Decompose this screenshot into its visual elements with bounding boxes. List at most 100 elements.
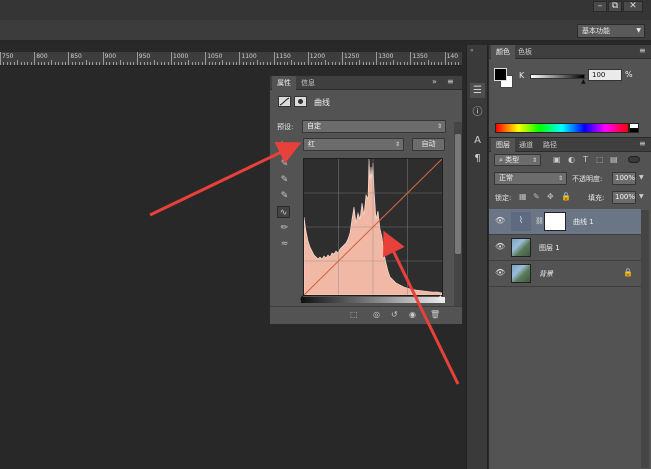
view-previous-icon[interactable]: ◎ xyxy=(373,310,380,319)
k-value-input[interactable]: 100 xyxy=(588,69,622,81)
eye-icon[interactable]: 👁 xyxy=(495,243,505,251)
tab-info[interactable]: 信息 xyxy=(296,76,320,90)
pencil-draw-icon[interactable]: ✏ xyxy=(278,222,291,234)
ruler-label: 1250 xyxy=(344,53,360,60)
mask-icon[interactable] xyxy=(294,96,307,107)
ruler-tick xyxy=(239,52,241,65)
opacity-input[interactable]: 100% xyxy=(612,172,636,185)
lock-icon: 🔒 xyxy=(623,268,633,277)
panel-menu-icon[interactable]: ≡ xyxy=(447,77,454,86)
filter-pixel-icon[interactable]: ▣ xyxy=(553,155,561,164)
ruler-tick xyxy=(318,62,320,65)
visibility-icon[interactable]: ◉ xyxy=(409,310,416,319)
info-dock-icon[interactable]: ⓘ xyxy=(470,105,485,120)
filter-shape-icon[interactable]: ⬚ xyxy=(596,155,604,164)
eyedropper-gray-icon[interactable]: ✎ xyxy=(278,174,291,186)
dock-collapse-icon[interactable]: « xyxy=(470,47,474,54)
filter-smart-object-icon[interactable]: ▤ xyxy=(610,155,618,164)
ruler-tick xyxy=(34,52,36,65)
ruler-tick xyxy=(82,62,84,65)
layer-row-layer1[interactable]: 👁 图层 1 xyxy=(489,235,641,261)
filter-toggle[interactable] xyxy=(628,156,640,163)
layer-row-background[interactable]: 👁 背景 🔒 xyxy=(489,261,641,287)
tab-layers[interactable]: 图层 xyxy=(491,138,515,152)
on-image-adjust-icon[interactable]: ☝ xyxy=(278,140,283,150)
ruler-label: 1100 xyxy=(241,53,257,60)
opacity-chevron-icon[interactable]: ▼ xyxy=(639,174,644,181)
layer-filter-dropdown[interactable]: ⌕ 类型 ⇕ xyxy=(494,154,541,166)
foreground-color-swatch[interactable] xyxy=(494,68,507,81)
properties-scrollbar[interactable] xyxy=(454,122,462,312)
ruler-tick xyxy=(174,62,176,65)
options-bar xyxy=(0,20,651,41)
workspace-label: 基本功能 xyxy=(582,27,610,35)
channel-value: 红 xyxy=(308,140,315,148)
blend-mode-dropdown[interactable]: 正常 ⇕ xyxy=(494,172,567,185)
clip-to-layer-icon[interactable]: ⬚ xyxy=(350,310,358,319)
eye-icon[interactable]: 👁 xyxy=(495,269,505,277)
paragraph-dock-icon[interactable]: ¶ xyxy=(470,151,485,166)
tab-color[interactable]: 颜色 xyxy=(491,45,515,59)
fill-input[interactable]: 100% xyxy=(612,191,636,204)
panel-menu-icon[interactable]: ≡ xyxy=(639,46,646,55)
fill-chevron-icon[interactable]: ▼ xyxy=(639,193,644,200)
restore-icon[interactable]: ⧉ xyxy=(608,1,622,12)
workspace-switcher[interactable]: 基本功能 ▼ xyxy=(577,24,645,38)
k-slider-handle[interactable]: ▲ xyxy=(581,78,586,85)
ruler-tick xyxy=(235,62,237,65)
ruler-tick xyxy=(297,62,299,65)
ruler-tick xyxy=(0,52,1,65)
properties-dock-icon[interactable]: ☰ xyxy=(470,83,485,98)
curves-graph[interactable] xyxy=(303,158,443,296)
ruler-tick xyxy=(386,62,388,65)
ruler-tick xyxy=(23,62,25,65)
ruler-tick xyxy=(109,62,111,65)
channel-dropdown[interactable]: 红 ⇕ xyxy=(303,138,404,151)
ruler-tick xyxy=(41,62,43,65)
black-white-ramp[interactable] xyxy=(629,123,639,133)
ruler-tick xyxy=(140,62,142,65)
search-icon: ⌕ xyxy=(499,156,503,164)
layer-name: 曲线 1 xyxy=(573,218,594,226)
layer-mask-thumbnail[interactable] xyxy=(544,212,566,231)
ruler-tick xyxy=(420,62,422,65)
smooth-curve-icon[interactable]: ≈ xyxy=(278,238,291,250)
lock-transparent-icon[interactable]: ▦ xyxy=(519,192,527,201)
tab-paths[interactable]: 路径 xyxy=(538,138,562,152)
eyedropper-black-icon[interactable]: ✎ xyxy=(278,158,291,170)
color-spectrum[interactable] xyxy=(495,123,629,133)
trash-icon[interactable]: 🗑 xyxy=(430,310,440,319)
ruler-tick xyxy=(47,62,49,65)
eye-icon[interactable]: 👁 xyxy=(495,217,505,225)
white-point-slider[interactable]: ▲ xyxy=(438,294,443,301)
ruler-tick xyxy=(198,62,200,65)
curve-edit-icon[interactable]: ∿ xyxy=(277,206,290,218)
ruler-tick xyxy=(242,62,244,65)
black-point-slider[interactable]: ▲ xyxy=(300,294,305,301)
tab-channels[interactable]: 通道 xyxy=(514,138,538,152)
k-channel-slider[interactable] xyxy=(530,74,585,79)
tab-properties[interactable]: 属性 xyxy=(272,76,296,90)
collapse-icon[interactable]: » xyxy=(432,77,437,86)
filter-adjustment-icon[interactable]: ◐ xyxy=(568,155,575,164)
preset-dropdown[interactable]: 自定 ⇕ xyxy=(302,120,446,133)
ruler-tick xyxy=(184,62,186,65)
character-dock-icon[interactable]: A xyxy=(470,133,485,148)
panel-menu-icon[interactable]: ≡ xyxy=(639,139,646,148)
close-icon[interactable]: ✕ xyxy=(623,1,643,12)
ruler-tick xyxy=(208,62,210,65)
chain-link-icon[interactable]: ⛓ xyxy=(535,217,544,225)
layer-row-curves[interactable]: 👁 ⌇ ⛓ 曲线 1 xyxy=(489,209,641,235)
minimize-icon[interactable]: – xyxy=(593,1,607,12)
lock-position-icon[interactable]: ✥ xyxy=(547,192,554,201)
panel-title: 曲线 xyxy=(314,98,330,107)
layers-scrollbar[interactable] xyxy=(641,210,649,468)
tab-swatches[interactable]: 色板 xyxy=(513,45,537,59)
filter-type-icon[interactable]: T xyxy=(583,155,588,164)
lock-image-icon[interactable]: ✎ xyxy=(533,192,540,201)
eyedropper-white-icon[interactable]: ✎ xyxy=(278,190,291,202)
reset-icon[interactable]: ↺ xyxy=(391,310,398,319)
auto-button[interactable]: 自动 xyxy=(412,138,445,151)
ruler-tick xyxy=(150,62,152,65)
lock-all-icon[interactable]: 🔒 xyxy=(561,192,571,201)
